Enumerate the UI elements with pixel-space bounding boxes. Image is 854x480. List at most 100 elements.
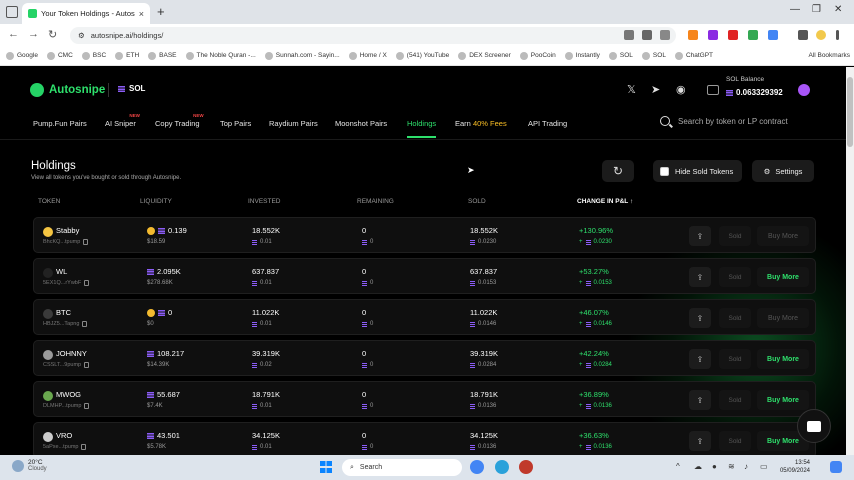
buy-more-button[interactable]: Buy More — [757, 226, 809, 246]
nav-holdings[interactable]: Holdings — [407, 119, 437, 138]
sold-button[interactable]: Sold — [719, 267, 751, 287]
telegram-icon[interactable]: ➤ — [651, 83, 660, 96]
share-button[interactable]: ⇪ — [689, 349, 711, 369]
bookmark-dexscreener[interactable]: DEX Screener — [458, 51, 511, 60]
battery-icon[interactable]: ▭ — [760, 462, 768, 471]
sold-button[interactable]: Sold — [719, 431, 751, 451]
bookmark-eth[interactable]: ETH — [115, 51, 139, 60]
nav-api-trading[interactable]: API Trading — [528, 119, 567, 128]
token-name[interactable]: VRO — [56, 431, 72, 440]
telegram-app-icon[interactable] — [495, 460, 509, 474]
buy-more-button[interactable]: Buy More — [757, 349, 809, 369]
sold-button[interactable]: Sold — [719, 349, 751, 369]
settings-button[interactable]: ⚙ Settings — [752, 160, 814, 182]
copy-icon[interactable] — [81, 444, 87, 450]
copy-icon[interactable] — [84, 280, 90, 286]
bookmark-quran[interactable]: The Noble Quran -... — [185, 51, 256, 60]
extension-red-icon[interactable] — [728, 30, 738, 40]
hide-sold-checkbox[interactable] — [660, 166, 669, 176]
system-clock[interactable]: 13:54 05/09/2024 — [777, 459, 810, 475]
share-button[interactable]: ⇪ — [689, 308, 711, 328]
page-scrollbar[interactable] — [846, 67, 854, 455]
browser-tab[interactable]: Your Token Holdings - Autosnipe × — [22, 3, 150, 24]
bookmark-cmc[interactable]: CMC — [46, 51, 73, 60]
metamask-extension-icon[interactable] — [688, 30, 698, 40]
phantom-extension-icon[interactable] — [708, 30, 718, 40]
share-button[interactable]: ⇪ — [689, 390, 711, 410]
col-change-pnl[interactable]: CHANGE IN P&L ↑ — [577, 198, 633, 205]
bookmark-bsc[interactable]: BSC — [81, 51, 106, 60]
nav-earn-fees[interactable]: Earn 40% Fees — [455, 119, 507, 128]
copy-icon[interactable] — [83, 239, 89, 245]
token-name[interactable]: BTC — [56, 308, 71, 317]
windows-start-icon[interactable] — [320, 461, 332, 473]
copilot-icon[interactable] — [830, 461, 842, 473]
refresh-button[interactable]: ↻ — [602, 160, 634, 182]
reload-icon[interactable]: ↻ — [48, 28, 57, 41]
tray-onedrive-icon[interactable]: ☁ — [694, 462, 702, 471]
bookmark-sol-1[interactable]: SOL — [608, 51, 633, 60]
all-bookmarks[interactable]: All Bookmarks — [808, 52, 850, 59]
bookmark-poocoin[interactable]: PooCoin — [519, 51, 556, 60]
wifi-icon[interactable]: ≋ — [728, 462, 735, 471]
sold-button[interactable]: Sold — [719, 390, 751, 410]
nav-pumpfun-pairs[interactable]: Pump.Fun Pairs — [33, 119, 87, 128]
search-input[interactable] — [678, 116, 818, 126]
copy-icon[interactable] — [84, 403, 90, 409]
bookmark-youtube[interactable]: (541) YouTube — [395, 51, 449, 60]
share-button[interactable]: ⇪ — [689, 226, 711, 246]
discord-icon[interactable]: ◉ — [676, 83, 686, 96]
buy-more-button[interactable]: Buy More — [757, 390, 809, 410]
install-app-icon[interactable] — [624, 30, 634, 40]
nav-raydium-pairs[interactable]: Raydium Pairs — [269, 119, 318, 128]
token-name[interactable]: MWOG — [56, 390, 81, 399]
volume-icon[interactable]: ♪ — [744, 462, 748, 471]
x-twitter-icon[interactable]: 𝕏 — [627, 83, 636, 96]
bookmark-sol-2[interactable]: SOL — [641, 51, 666, 60]
bookmark-chatgpt[interactable]: ChatGPT — [674, 51, 713, 60]
share-button[interactable]: ⇪ — [689, 267, 711, 287]
token-name[interactable]: WL — [56, 267, 67, 276]
extension-green-icon[interactable] — [748, 30, 758, 40]
wallet-icon[interactable] — [707, 85, 719, 95]
tab-close-icon[interactable]: × — [139, 9, 144, 19]
bookmark-star-icon[interactable] — [660, 30, 670, 40]
token-search[interactable] — [660, 116, 818, 126]
copy-icon[interactable] — [82, 321, 88, 327]
profile-avatar-icon[interactable] — [816, 30, 826, 40]
share-button[interactable]: ⇪ — [689, 431, 711, 451]
copy-icon[interactable] — [84, 362, 90, 368]
scrollbar-thumb[interactable] — [847, 77, 853, 147]
eye-off-icon[interactable] — [642, 30, 652, 40]
download-icon[interactable] — [798, 30, 808, 40]
minimize-icon[interactable]: — — [790, 4, 800, 15]
nav-ai-sniper[interactable]: AI Sniper NEW — [105, 113, 140, 128]
bookmark-google[interactable]: Google — [6, 51, 38, 60]
token-name[interactable]: Stabby — [56, 226, 79, 235]
browser-menu-icon[interactable] — [836, 30, 839, 40]
hide-sold-toggle[interactable]: Hide Sold Tokens — [653, 160, 742, 182]
bookmark-sunnah[interactable]: Sunnah.com - Sayin... — [264, 51, 340, 60]
extension-blue-icon[interactable] — [768, 30, 778, 40]
user-avatar[interactable] — [798, 84, 810, 96]
chain-selector[interactable]: SOL — [118, 84, 145, 93]
site-info-icon[interactable]: ⚙ — [78, 31, 85, 40]
weather-widget[interactable]: 20°C Cloudy — [12, 459, 47, 472]
forward-icon[interactable]: → — [28, 28, 39, 40]
nav-moonshot-pairs[interactable]: Moonshot Pairs — [335, 119, 387, 128]
buy-more-button[interactable]: Buy More — [757, 267, 809, 287]
new-tab-button[interactable]: + — [157, 4, 165, 19]
taskbar-search[interactable]: ⌕ Search — [342, 459, 462, 476]
bookmark-base[interactable]: BASE — [148, 51, 177, 60]
buy-more-button[interactable]: Buy More — [757, 308, 809, 328]
nav-top-pairs[interactable]: Top Pairs — [220, 119, 251, 128]
url-field[interactable]: ⚙ autosnipe.ai/holdings/ — [70, 27, 676, 44]
back-icon[interactable]: ← — [8, 28, 19, 40]
sold-button[interactable]: Sold — [719, 226, 751, 246]
maximize-icon[interactable]: ❐ — [812, 4, 821, 15]
brand-logo[interactable]: Autosnipe — [30, 83, 105, 97]
app-red-icon[interactable] — [519, 460, 533, 474]
bookmark-instantly[interactable]: Instantly — [564, 51, 600, 60]
token-name[interactable]: JOHNNY — [56, 349, 87, 358]
tab-actions-icon[interactable] — [6, 6, 18, 18]
